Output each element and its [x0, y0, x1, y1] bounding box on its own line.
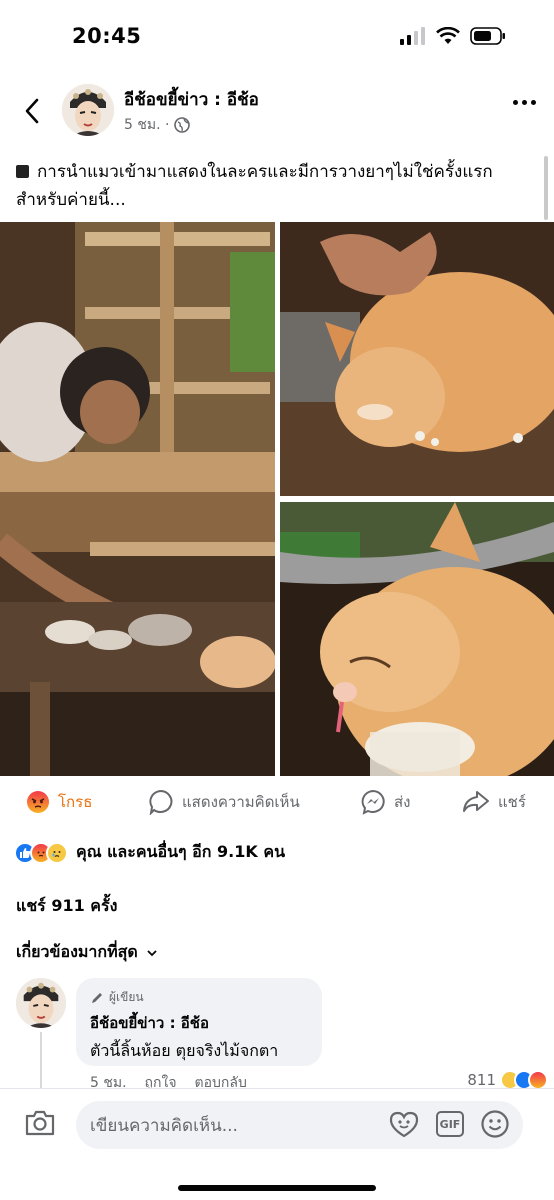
- pen-icon: [92, 992, 102, 1003]
- avatar-illustration: [62, 84, 114, 136]
- page-avatar[interactable]: [62, 84, 114, 136]
- send-button[interactable]: ส่ง: [360, 784, 410, 820]
- post-text: การนำแมวเข้ามาแสดงในละครและมีการวางยาๆไม…: [16, 158, 541, 214]
- photo-3-image: [280, 502, 554, 776]
- wifi-icon: [436, 27, 460, 44]
- messenger-icon: [361, 789, 385, 815]
- post-header: อีช้อขยี้ข่าว : อีช้อ 5 ชม. ·: [0, 78, 554, 144]
- comment-reaction-count[interactable]: 811: [467, 1070, 548, 1090]
- comment-composer: เขียนความคิดเห็น... GIF: [0, 1088, 554, 1200]
- share-button[interactable]: แชร์: [462, 784, 526, 820]
- status-time: 20:45: [72, 24, 142, 48]
- share-arrow-icon: [463, 791, 489, 812]
- post-time: 5 ชม. ·: [124, 117, 170, 133]
- composer-icons: GIF: [388, 1109, 510, 1139]
- more-icon-dot: [531, 100, 536, 105]
- reactions-summary-text: คุณ และคนอื่นๆ อีก 9.1K คน: [76, 842, 285, 861]
- comment-avatar[interactable]: [16, 978, 66, 1028]
- camera-button[interactable]: [24, 1109, 56, 1141]
- status-bar: 20:45: [0, 0, 554, 72]
- page-name[interactable]: อีช้อขยี้ข่าว : อีช้อ: [124, 86, 259, 113]
- status-icons: [400, 27, 506, 45]
- camera-icon: [25, 1110, 55, 1136]
- reactions-summary[interactable]: คุณ และคนอื่นๆ อีก 9.1K คน: [14, 840, 285, 865]
- share-count[interactable]: แชร์ 911 ครั้ง: [16, 894, 117, 919]
- scrollbar[interactable]: [544, 156, 548, 220]
- photo-2-image: [280, 222, 554, 496]
- author-badge: ผู้เขียน: [90, 988, 308, 1007]
- post-meta: 5 ชม. ·: [124, 114, 191, 136]
- post-actions: โกรธ แสดงความคิดเห็น ส่ง แชร์: [0, 784, 554, 822]
- comment-author[interactable]: อีช้อขยี้ข่าว : อีช้อ: [90, 1011, 308, 1035]
- angry-emoji-icon: [27, 791, 49, 813]
- angry-icon: [528, 1070, 548, 1090]
- signal-icon: [400, 27, 425, 45]
- sort-label: เกี่ยวข้องมากที่สุด: [16, 942, 138, 961]
- comment-input-placeholder: เขียนความคิดเห็น...: [90, 1115, 238, 1136]
- more-icon: [513, 100, 518, 105]
- comment-button[interactable]: แสดงความคิดเห็น: [148, 784, 300, 820]
- send-label: ส่ง: [394, 793, 411, 811]
- home-indicator: [178, 1185, 376, 1191]
- photo-1-image: [0, 222, 275, 776]
- square-bullet-icon: [16, 165, 29, 178]
- comment-reaction-number: 811: [467, 1071, 496, 1089]
- comment-text: ตัวนี้ลิ้นห้อย ตุยจริงไม้จกตา: [90, 1041, 279, 1060]
- comment-label: แสดงความคิดเห็น: [182, 793, 300, 811]
- comment-sort-dropdown[interactable]: เกี่ยวข้องมากที่สุด: [16, 940, 158, 965]
- photo-1[interactable]: [0, 222, 275, 776]
- photo-2[interactable]: [280, 222, 554, 496]
- gif-icon[interactable]: GIF: [436, 1111, 464, 1137]
- avatar-sticker-icon[interactable]: [388, 1110, 420, 1138]
- post-body: การนำแมวเข้ามาแสดงในละครและมีการวางยาๆไม…: [16, 162, 493, 210]
- share-label: แชร์: [498, 793, 526, 811]
- photo-grid: [0, 222, 554, 776]
- comment-thread-line: [40, 1032, 42, 1090]
- back-button[interactable]: [18, 94, 46, 128]
- react-button[interactable]: โกรธ: [26, 784, 92, 820]
- comment-avatar-illustration: [16, 978, 66, 1028]
- globe-icon: [174, 117, 191, 133]
- back-arrow-icon: [25, 98, 39, 124]
- battery-icon: [470, 27, 505, 45]
- author-badge-label: ผู้เขียน: [109, 990, 144, 1004]
- reaction-emoji-stack: [14, 841, 68, 864]
- comment-bubble[interactable]: ผู้เขียน อีช้อขยี้ข่าว : อีช้อ ตัวนี้ลิ้…: [76, 978, 322, 1066]
- sad-icon: [46, 841, 68, 864]
- emoji-icon[interactable]: [480, 1109, 510, 1139]
- chevron-down-icon: [147, 949, 157, 956]
- photo-3[interactable]: [280, 502, 554, 776]
- more-options-button[interactable]: [513, 100, 536, 105]
- react-label: โกรธ: [58, 793, 93, 811]
- comment-bubble-icon: [149, 789, 173, 815]
- more-icon-dot: [522, 100, 527, 105]
